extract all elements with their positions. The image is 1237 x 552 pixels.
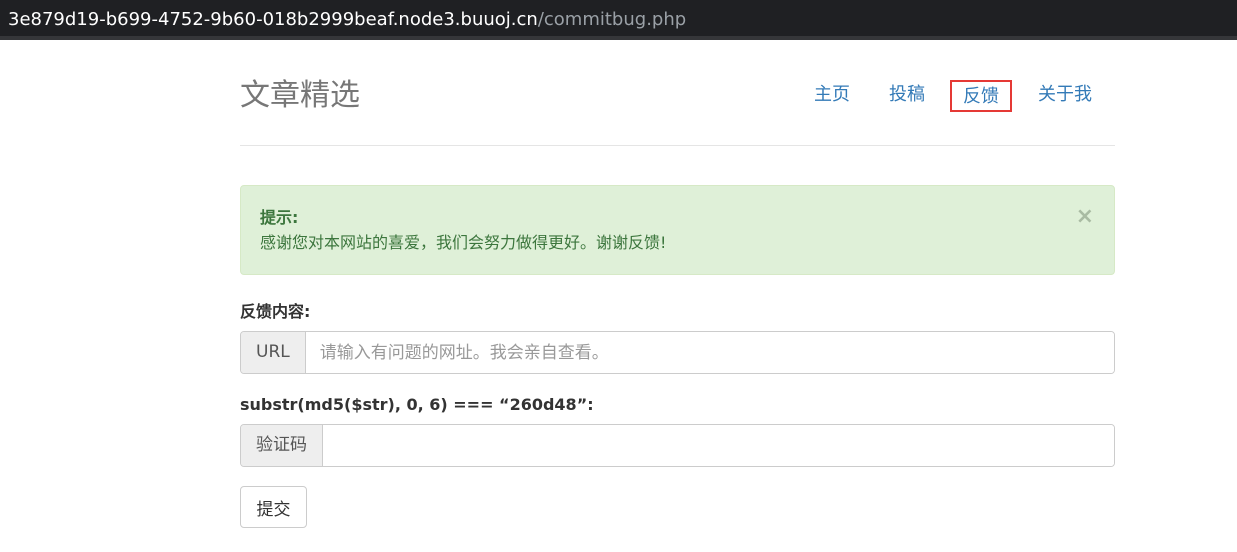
captcha-input-group: 验证码 [240, 424, 1115, 467]
main-nav: 主页 投稿 反馈 关于我 [812, 80, 1115, 112]
captcha-input[interactable] [323, 425, 1114, 466]
close-icon[interactable]: × [1076, 206, 1094, 228]
nav-home[interactable]: 主页 [812, 80, 852, 112]
alert-message: 感谢您对本网站的喜爱，我们会努力做得更好。谢谢反馈! [260, 233, 667, 252]
captcha-label: substr(md5($str), 0, 6) === “260d48”: [240, 395, 594, 414]
submit-button[interactable]: 提交 [240, 486, 307, 528]
url-addon: URL [241, 332, 306, 373]
nav-feedback[interactable]: 反馈 [950, 80, 1012, 112]
feedback-label: 反馈内容: [240, 302, 311, 321]
nav-submit-article[interactable]: 投稿 [887, 80, 927, 112]
site-header: 文章精选 主页 投稿 反馈 关于我 [240, 44, 1115, 146]
url-path: /commitbug.php [537, 9, 687, 30]
url-input-group: URL [240, 331, 1115, 374]
captcha-addon: 验证码 [241, 425, 323, 466]
address-url[interactable]: 3e879d19-b699-4752-9b60-018b2999beaf.nod… [8, 9, 686, 31]
browser-address-bar[interactable]: 3e879d19-b699-4752-9b60-018b2999beaf.nod… [0, 0, 1237, 40]
page-container: 文章精选 主页 投稿 反馈 关于我 提示: 感谢您对本网站的喜爱，我们会努力做得… [240, 44, 1115, 528]
site-brand: 文章精选 [240, 78, 360, 113]
success-alert: 提示: 感谢您对本网站的喜爱，我们会努力做得更好。谢谢反馈! × [240, 185, 1115, 275]
url-host: 3e879d19-b699-4752-9b60-018b2999beaf.nod… [8, 9, 538, 30]
url-input[interactable] [305, 332, 1114, 373]
alert-title: 提示: [260, 208, 299, 227]
nav-about[interactable]: 关于我 [1035, 80, 1095, 112]
